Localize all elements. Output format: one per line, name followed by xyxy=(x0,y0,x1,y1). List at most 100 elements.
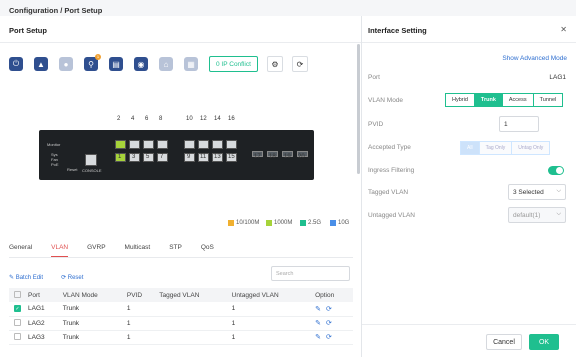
untagged-vlan-select[interactable]: default(1) ⌵ xyxy=(508,207,566,223)
edit-icon[interactable]: ✎ xyxy=(315,334,321,341)
column-header[interactable]: VLAN Mode xyxy=(57,288,122,302)
tab-general[interactable]: General xyxy=(9,244,32,257)
close-icon[interactable]: ✕ xyxy=(560,25,567,34)
vlan-mode-selector: Hybrid Trunk Access Tunnel xyxy=(445,93,564,107)
console-label: CONSOLE xyxy=(82,168,102,173)
tab-gvrp[interactable]: GVRP xyxy=(87,244,105,257)
port-number: 11 xyxy=(200,154,207,160)
legend-10-100m: 10/100M xyxy=(228,220,259,226)
select-all-checkbox[interactable] xyxy=(14,291,21,299)
port-10[interactable] xyxy=(184,140,195,149)
scrollbar[interactable] xyxy=(357,44,360,174)
lock-icon[interactable]: ⌂ xyxy=(159,57,173,71)
tab-vlan[interactable]: VLAN xyxy=(51,244,69,257)
grid-icon[interactable]: ▦ xyxy=(184,57,198,71)
chevron-down-icon: ⌵ xyxy=(556,188,561,194)
port-number: 15 xyxy=(228,154,235,160)
column-header[interactable]: PVID xyxy=(121,288,155,302)
pvid-input[interactable]: 1 xyxy=(499,116,539,132)
edit-icon[interactable]: ✎ xyxy=(315,306,321,313)
port-number: 13 xyxy=(214,154,221,160)
column-header: Option xyxy=(310,288,353,302)
column-header[interactable]: Untagged VLAN xyxy=(226,288,311,302)
port-number: 9 xyxy=(187,154,191,160)
pvid-cell: 1 xyxy=(121,302,155,317)
port-12[interactable] xyxy=(198,140,209,149)
row-checkbox[interactable] xyxy=(14,333,21,341)
edit-icon[interactable]: ✎ xyxy=(315,320,321,327)
tab-qos[interactable]: QoS xyxy=(201,244,214,257)
port-cell: LAG3 xyxy=(23,330,58,345)
row-checkbox[interactable] xyxy=(14,319,21,327)
port-2[interactable] xyxy=(115,140,126,149)
breadcrumb-root[interactable]: Configuration / xyxy=(9,6,62,15)
table-row[interactable]: LAG2 Trunk 1 1 ✎ ⟳ xyxy=(9,316,353,331)
port-16[interactable] xyxy=(226,140,237,149)
port-number: 2 xyxy=(117,116,121,122)
breadcrumb-current: Port Setup xyxy=(64,6,103,15)
power-icon[interactable]: ⏻ xyxy=(9,57,23,71)
accepted-tag-only[interactable]: Tag Only xyxy=(478,141,513,155)
table-row[interactable]: ✓ LAG1 Trunk 1 1 ✎ ⟳ xyxy=(9,302,353,317)
port-number: 12 xyxy=(200,116,207,122)
breadcrumb: Configuration / Port Setup xyxy=(0,0,576,16)
port-number: 17 xyxy=(254,154,261,160)
ingress-filtering-toggle[interactable] xyxy=(548,166,564,175)
notification-badge: 1 xyxy=(95,54,101,60)
monitor-label: Monitor xyxy=(47,142,61,147)
untagged-cell: 1 xyxy=(226,316,311,331)
vlan-mode-trunk[interactable]: Trunk xyxy=(473,93,503,107)
refresh-icon[interactable]: ⟳ xyxy=(291,56,308,72)
port-value: LAG1 xyxy=(549,74,566,81)
tagged-cell xyxy=(154,330,227,345)
table-row[interactable]: LAG3 Trunk 1 1 ✎ ⟳ xyxy=(9,330,353,345)
row-checkbox[interactable]: ✓ xyxy=(14,305,21,313)
accepted-all[interactable]: All xyxy=(460,141,480,155)
refresh-icon[interactable]: ⟳ xyxy=(326,306,332,313)
show-advanced-link[interactable]: Show Advanced Mode xyxy=(502,55,567,62)
circle-icon[interactable]: ● xyxy=(59,57,73,71)
device-icon[interactable]: ▤ xyxy=(109,57,123,71)
column-header[interactable]: Port xyxy=(23,288,58,302)
tab-stp[interactable]: STP xyxy=(169,244,182,257)
pvid-label: PVID xyxy=(368,121,384,128)
console-port[interactable] xyxy=(85,154,97,166)
refresh-icon[interactable]: ⟳ xyxy=(326,334,332,341)
port-4[interactable] xyxy=(129,140,140,149)
pvid-cell: 1 xyxy=(121,316,155,331)
ip-conflict-button[interactable]: 0 IP Conflict xyxy=(209,56,258,72)
chevron-down-icon: ⌵ xyxy=(556,211,561,217)
cancel-button[interactable]: Cancel xyxy=(486,334,522,350)
refresh-icon[interactable]: ⟳ xyxy=(326,320,332,327)
vlan-mode-access[interactable]: Access xyxy=(501,93,534,107)
legend-10g: 10G xyxy=(330,220,349,226)
vlan-mode-hybrid[interactable]: Hybrid xyxy=(445,93,475,107)
port-14[interactable] xyxy=(212,140,223,149)
vlan-mode-tunnel[interactable]: Tunnel xyxy=(532,93,564,107)
ingress-filtering-label: Ingress Filtering xyxy=(368,167,415,174)
port-number: 19 xyxy=(284,154,291,160)
camera-icon[interactable]: ◉ xyxy=(134,57,148,71)
mode-cell: Trunk xyxy=(57,330,122,345)
port-8[interactable] xyxy=(157,140,168,149)
search-input[interactable]: Search xyxy=(271,266,350,281)
topology-icon[interactable]: ⚲ 1 xyxy=(84,54,101,71)
accepted-untag-only[interactable]: Untag Only xyxy=(511,141,551,155)
accepted-type-selector: All Tag Only Untag Only xyxy=(460,141,551,155)
warning-icon[interactable]: ▲ xyxy=(34,57,48,71)
port-number: 4 xyxy=(131,116,135,122)
column-header[interactable]: Tagged VLAN xyxy=(154,288,227,302)
toolbar: ⏻ ▲ ● ⚲ 1 ▤ ◉ ⌂ ▦ 0 IP Conflict ⚙ ⟳ xyxy=(9,54,317,72)
drawer-title: Interface Setting xyxy=(362,16,576,43)
port-6[interactable] xyxy=(143,140,154,149)
tab-multicast[interactable]: Multicast xyxy=(125,244,151,257)
reset-button[interactable]: ⟳ Reset xyxy=(61,274,92,281)
port-number: 16 xyxy=(228,116,235,122)
ok-button[interactable]: OK xyxy=(529,334,559,350)
gear-icon[interactable]: ⚙ xyxy=(266,56,283,72)
table-actions: ✎ Batch Edit ⟳ Reset xyxy=(9,274,101,281)
port-number: 1 xyxy=(118,154,122,160)
batch-edit-button[interactable]: ✎ Batch Edit xyxy=(9,274,52,281)
tagged-vlan-select[interactable]: 3 Selected ⌵ xyxy=(508,184,566,200)
accepted-type-label: Accepted Type xyxy=(368,144,411,151)
